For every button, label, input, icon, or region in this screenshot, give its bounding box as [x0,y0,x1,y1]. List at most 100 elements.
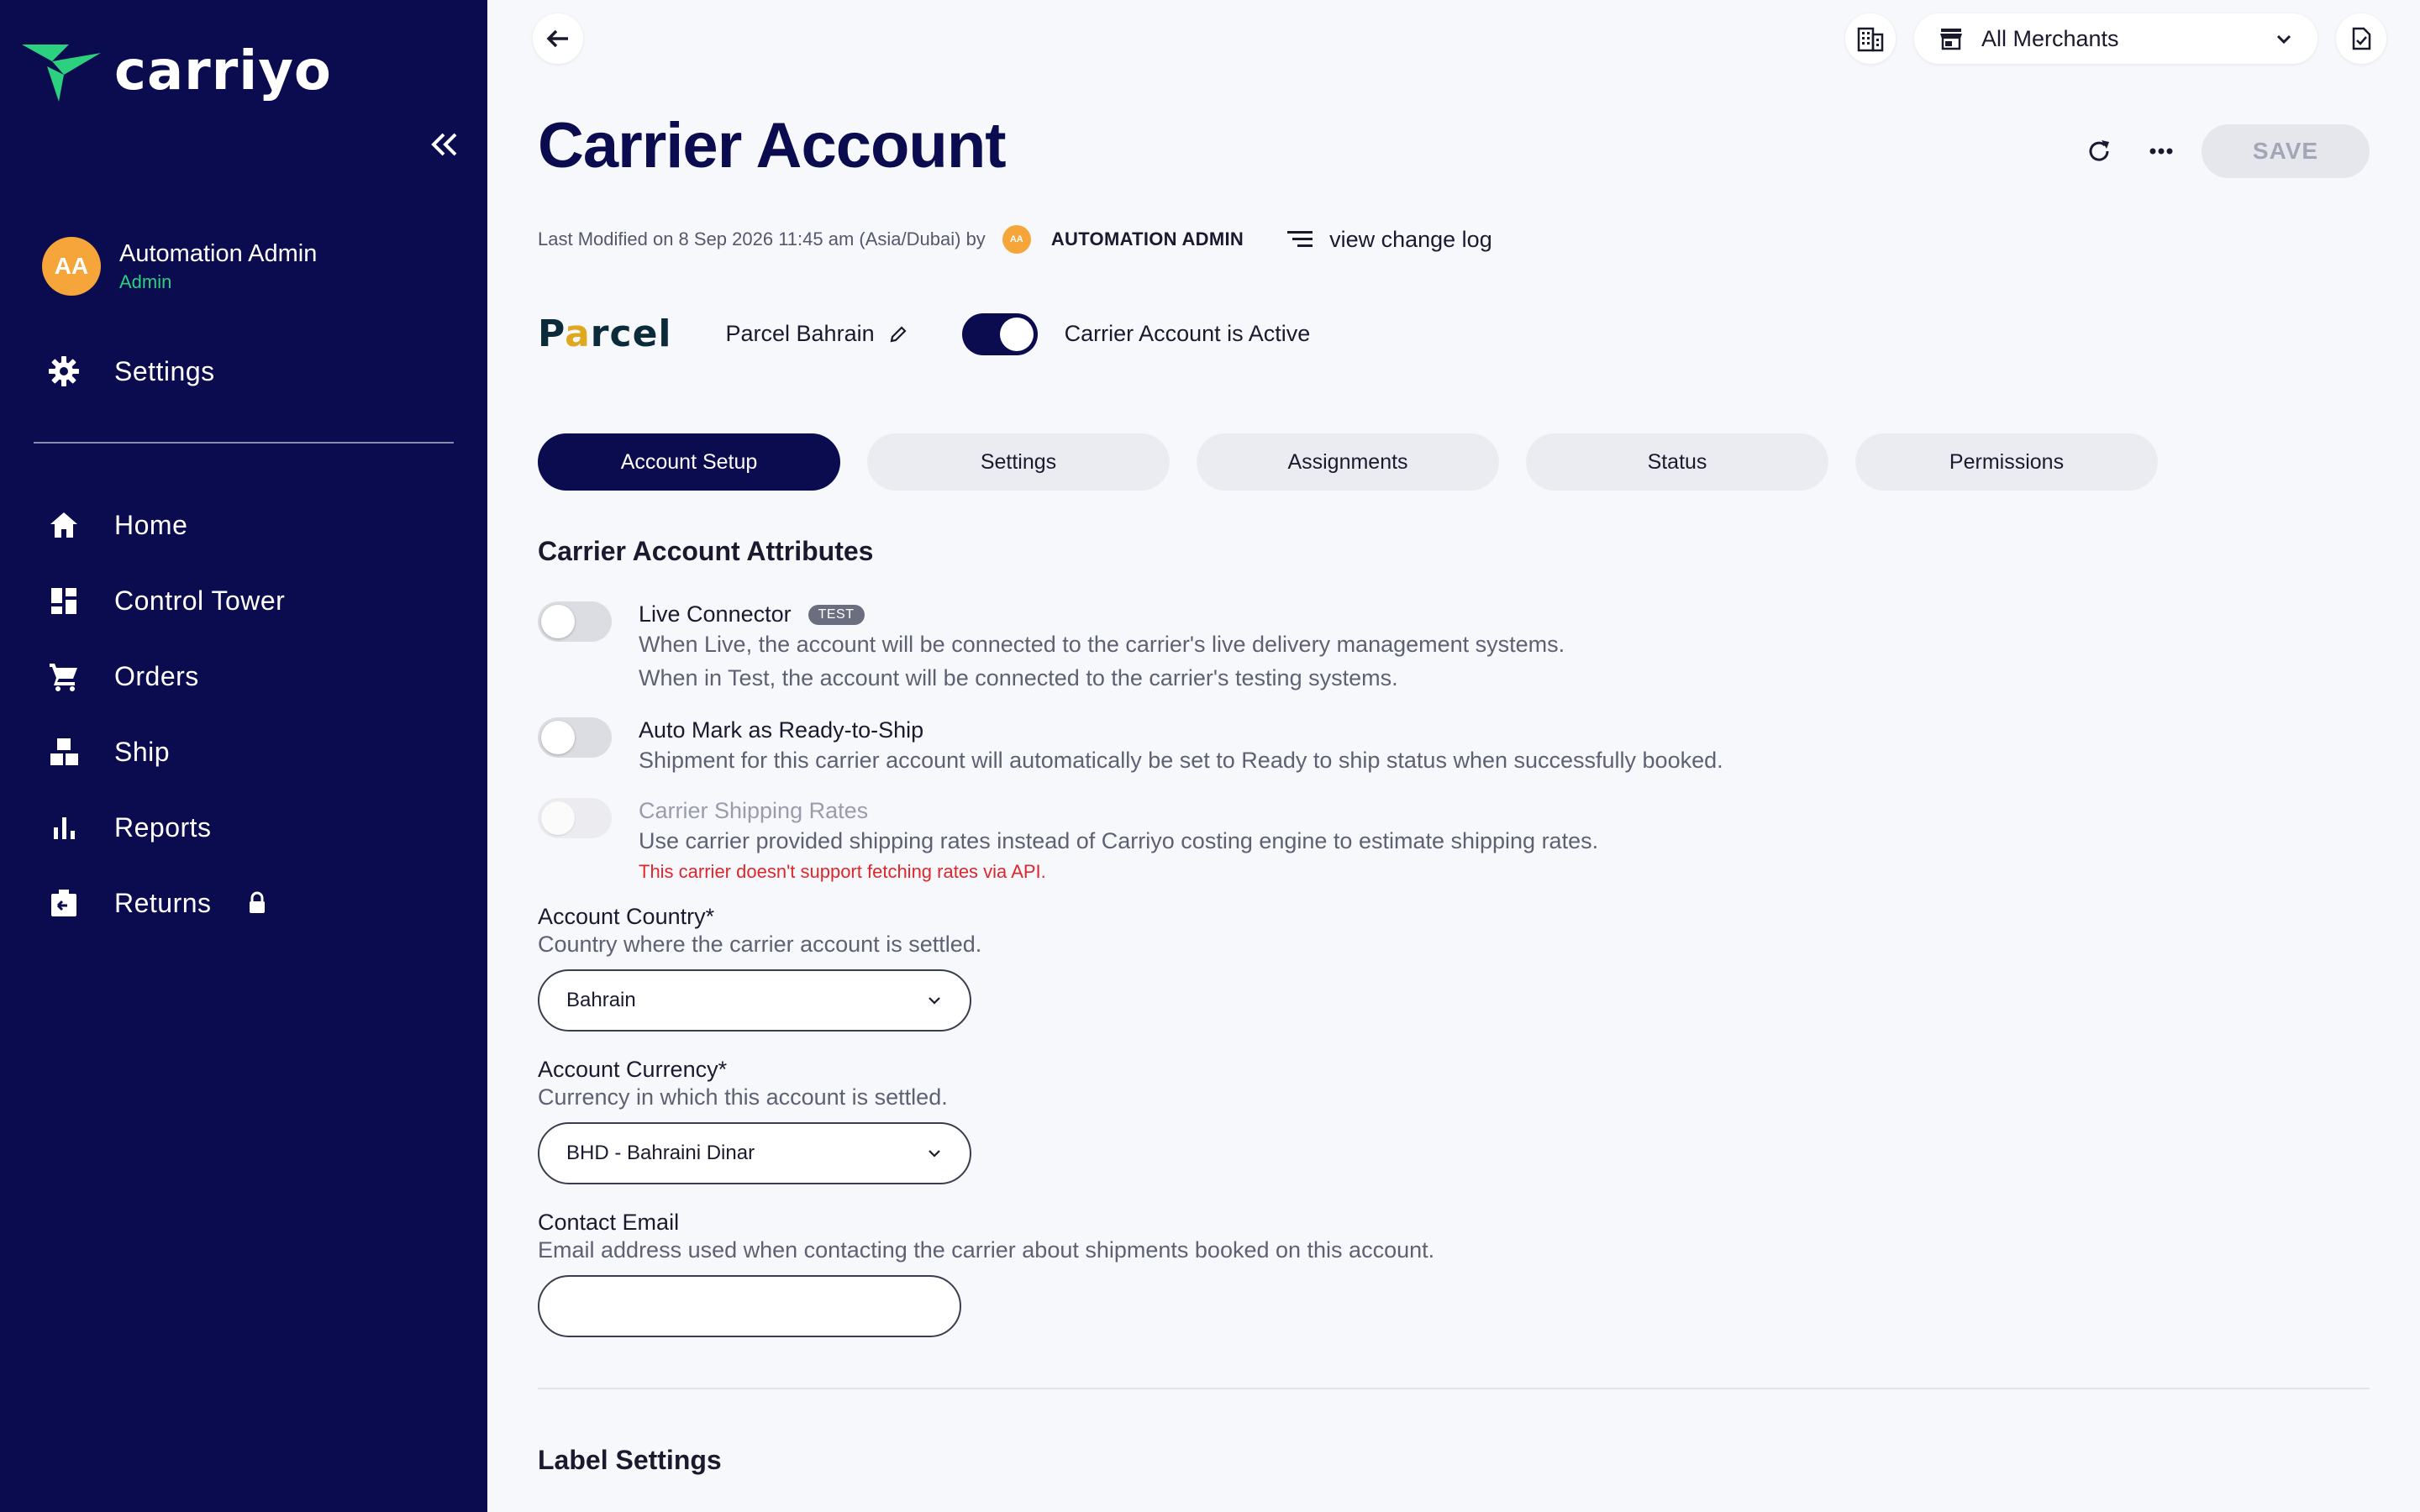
attr-description: Shipment for this carrier account will a… [639,748,1723,773]
field-help: Currency in which this account is settle… [538,1084,948,1110]
pencil-icon[interactable] [888,324,908,344]
last-modified-info: Last Modified on 8 Sep 2026 11:45 am (As… [538,225,1492,254]
sidebar-item-label: Returns [114,887,212,918]
sidebar-item-label: Ship [114,736,171,767]
sidebar-item-settings[interactable]: Settings [45,353,215,390]
country-select-value: Bahrain [566,989,636,1011]
carrier-name: Parcel Bahrain [725,321,875,346]
attr-auto-mark: Auto Mark as Ready-to-Ship Shipment for … [538,717,1723,777]
attr-title: Live Connector [639,601,792,627]
view-change-log-link[interactable]: view change log [1286,227,1492,253]
document-check-button[interactable] [2336,13,2386,64]
cart-icon [45,658,82,695]
sidebar-divider [34,442,454,444]
chevron-down-icon [2276,34,2291,45]
double-chevron-left-icon [431,133,457,156]
merchant-label: All Merchants [1981,25,2119,51]
email-field[interactable] [538,1275,961,1337]
return-box-icon [45,885,82,921]
merchant-selector[interactable]: All Merchants [1914,13,2317,64]
lock-icon [249,891,265,913]
currency-select[interactable]: BHD - Bahraini Dinar [538,1122,971,1184]
back-button[interactable] [533,13,583,64]
more-options-button[interactable] [2143,133,2180,170]
field-label: Account Currency* [538,1057,728,1082]
more-horizontal-icon [2149,148,2173,155]
attr-description: Use carrier provided shipping rates inst… [639,828,1599,853]
attr-warning: This carrier doesn't support fetching ra… [639,861,1046,882]
collapse-sidebar-button[interactable] [427,128,460,161]
sidebar-item-ship[interactable]: Ship [45,714,285,790]
changelog-label: view change log [1329,226,1492,252]
tab-account-setup[interactable]: Account Setup [538,433,840,491]
user-role: Admin [119,270,172,292]
sidebar-item-label: Orders [114,660,199,691]
sidebar-item-home[interactable]: Home [45,487,285,563]
field-help: Country where the carrier account is set… [538,932,982,957]
tab-assignments[interactable]: Assignments [1197,433,1499,491]
tab-bar: Account Setup Settings Assignments Statu… [538,433,2158,491]
attr-description: When Live, the account will be connected… [639,632,1565,657]
carrier-active-toggle[interactable] [961,312,1038,355]
building-icon [1857,27,1884,52]
sidebar-item-orders[interactable]: Orders [45,638,285,714]
carriyo-logo-icon [22,45,101,102]
sidebar-item-label: Reports [114,811,212,843]
tab-settings[interactable]: Settings [867,433,1170,491]
user-name: Automation Admin [119,239,318,267]
tab-status[interactable]: Status [1526,433,1828,491]
country-select[interactable]: Bahrain [538,969,971,1032]
attr-title: Auto Mark as Ready-to-Ship [639,717,924,743]
attr-description: When in Test, the account will be connec… [639,665,1398,690]
brand-name: carriyo [114,40,332,102]
save-button[interactable]: SAVE [2202,124,2370,178]
refresh-button[interactable] [2081,133,2118,170]
section-title-label-settings: Label Settings [538,1445,722,1475]
user-profile[interactable]: AA Automation Admin Admin [42,237,317,296]
arrow-left-icon [546,29,568,48]
attr-shipping-rates: Carrier Shipping Rates Use carrier provi… [538,798,1598,883]
bar-chart-icon [45,809,82,846]
modified-by-avatar: AA [1002,225,1031,254]
avatar: AA [42,237,101,296]
dashboard-icon [45,582,82,619]
field-contact-email: Contact Email Email address used when co… [538,1210,1434,1337]
chevron-down-icon [929,997,940,1005]
sidebar-item-control-tower[interactable]: Control Tower [45,563,285,638]
section-title-attributes: Carrier Account Attributes [538,536,874,566]
attr-title: Carrier Shipping Rates [639,798,869,823]
chevron-down-icon [929,1150,940,1158]
field-account-country: Account Country* Country where the carri… [538,904,981,1032]
sidebar-item-label: Control Tower [114,585,286,616]
carrier-logo-text: a [565,312,591,355]
shipping-rates-toggle[interactable] [538,798,612,838]
home-icon [45,507,82,543]
currency-select-value: BHD - Bahraini Dinar [566,1142,755,1164]
field-label: Contact Email [538,1210,680,1235]
sidebar-item-returns[interactable]: Returns [45,865,285,941]
sidebar-item-reports[interactable]: Reports [45,790,285,865]
store-icon [1940,29,1962,50]
auto-mark-toggle[interactable] [538,717,612,758]
organization-button[interactable] [1845,13,1896,64]
carrier-row: Parcel Parcel Bahrain Carrier Account is… [538,312,1310,355]
carrier-logo-text: rcel [590,312,672,355]
page-title: Carrier Account [538,110,1007,181]
carrier-active-label: Carrier Account is Active [1064,321,1311,346]
attr-title-row: Live Connector TEST [639,601,1565,627]
document-check-icon [2352,27,2371,50]
sidebar-nav: Home Control Tower Orders Ship Reports R… [45,487,285,941]
sidebar: carriyo AA Automation Admin Admin Settin… [0,0,487,1512]
gear-icon [45,353,82,390]
field-label: Account Country* [538,904,715,929]
tab-permissions[interactable]: Permissions [1855,433,2158,491]
refresh-icon [2089,140,2109,161]
live-connector-toggle[interactable] [538,601,612,642]
field-account-currency: Account Currency* Currency in which this… [538,1057,971,1184]
carrier-logo: Parcel [538,312,672,355]
section-divider [538,1388,2370,1389]
status-badge: TEST [808,604,865,625]
field-help: Email address used when contacting the c… [538,1237,1435,1263]
attr-live-connector: Live Connector TEST When Live, the accou… [538,601,1565,695]
brand-logo[interactable]: carriyo [22,40,332,102]
